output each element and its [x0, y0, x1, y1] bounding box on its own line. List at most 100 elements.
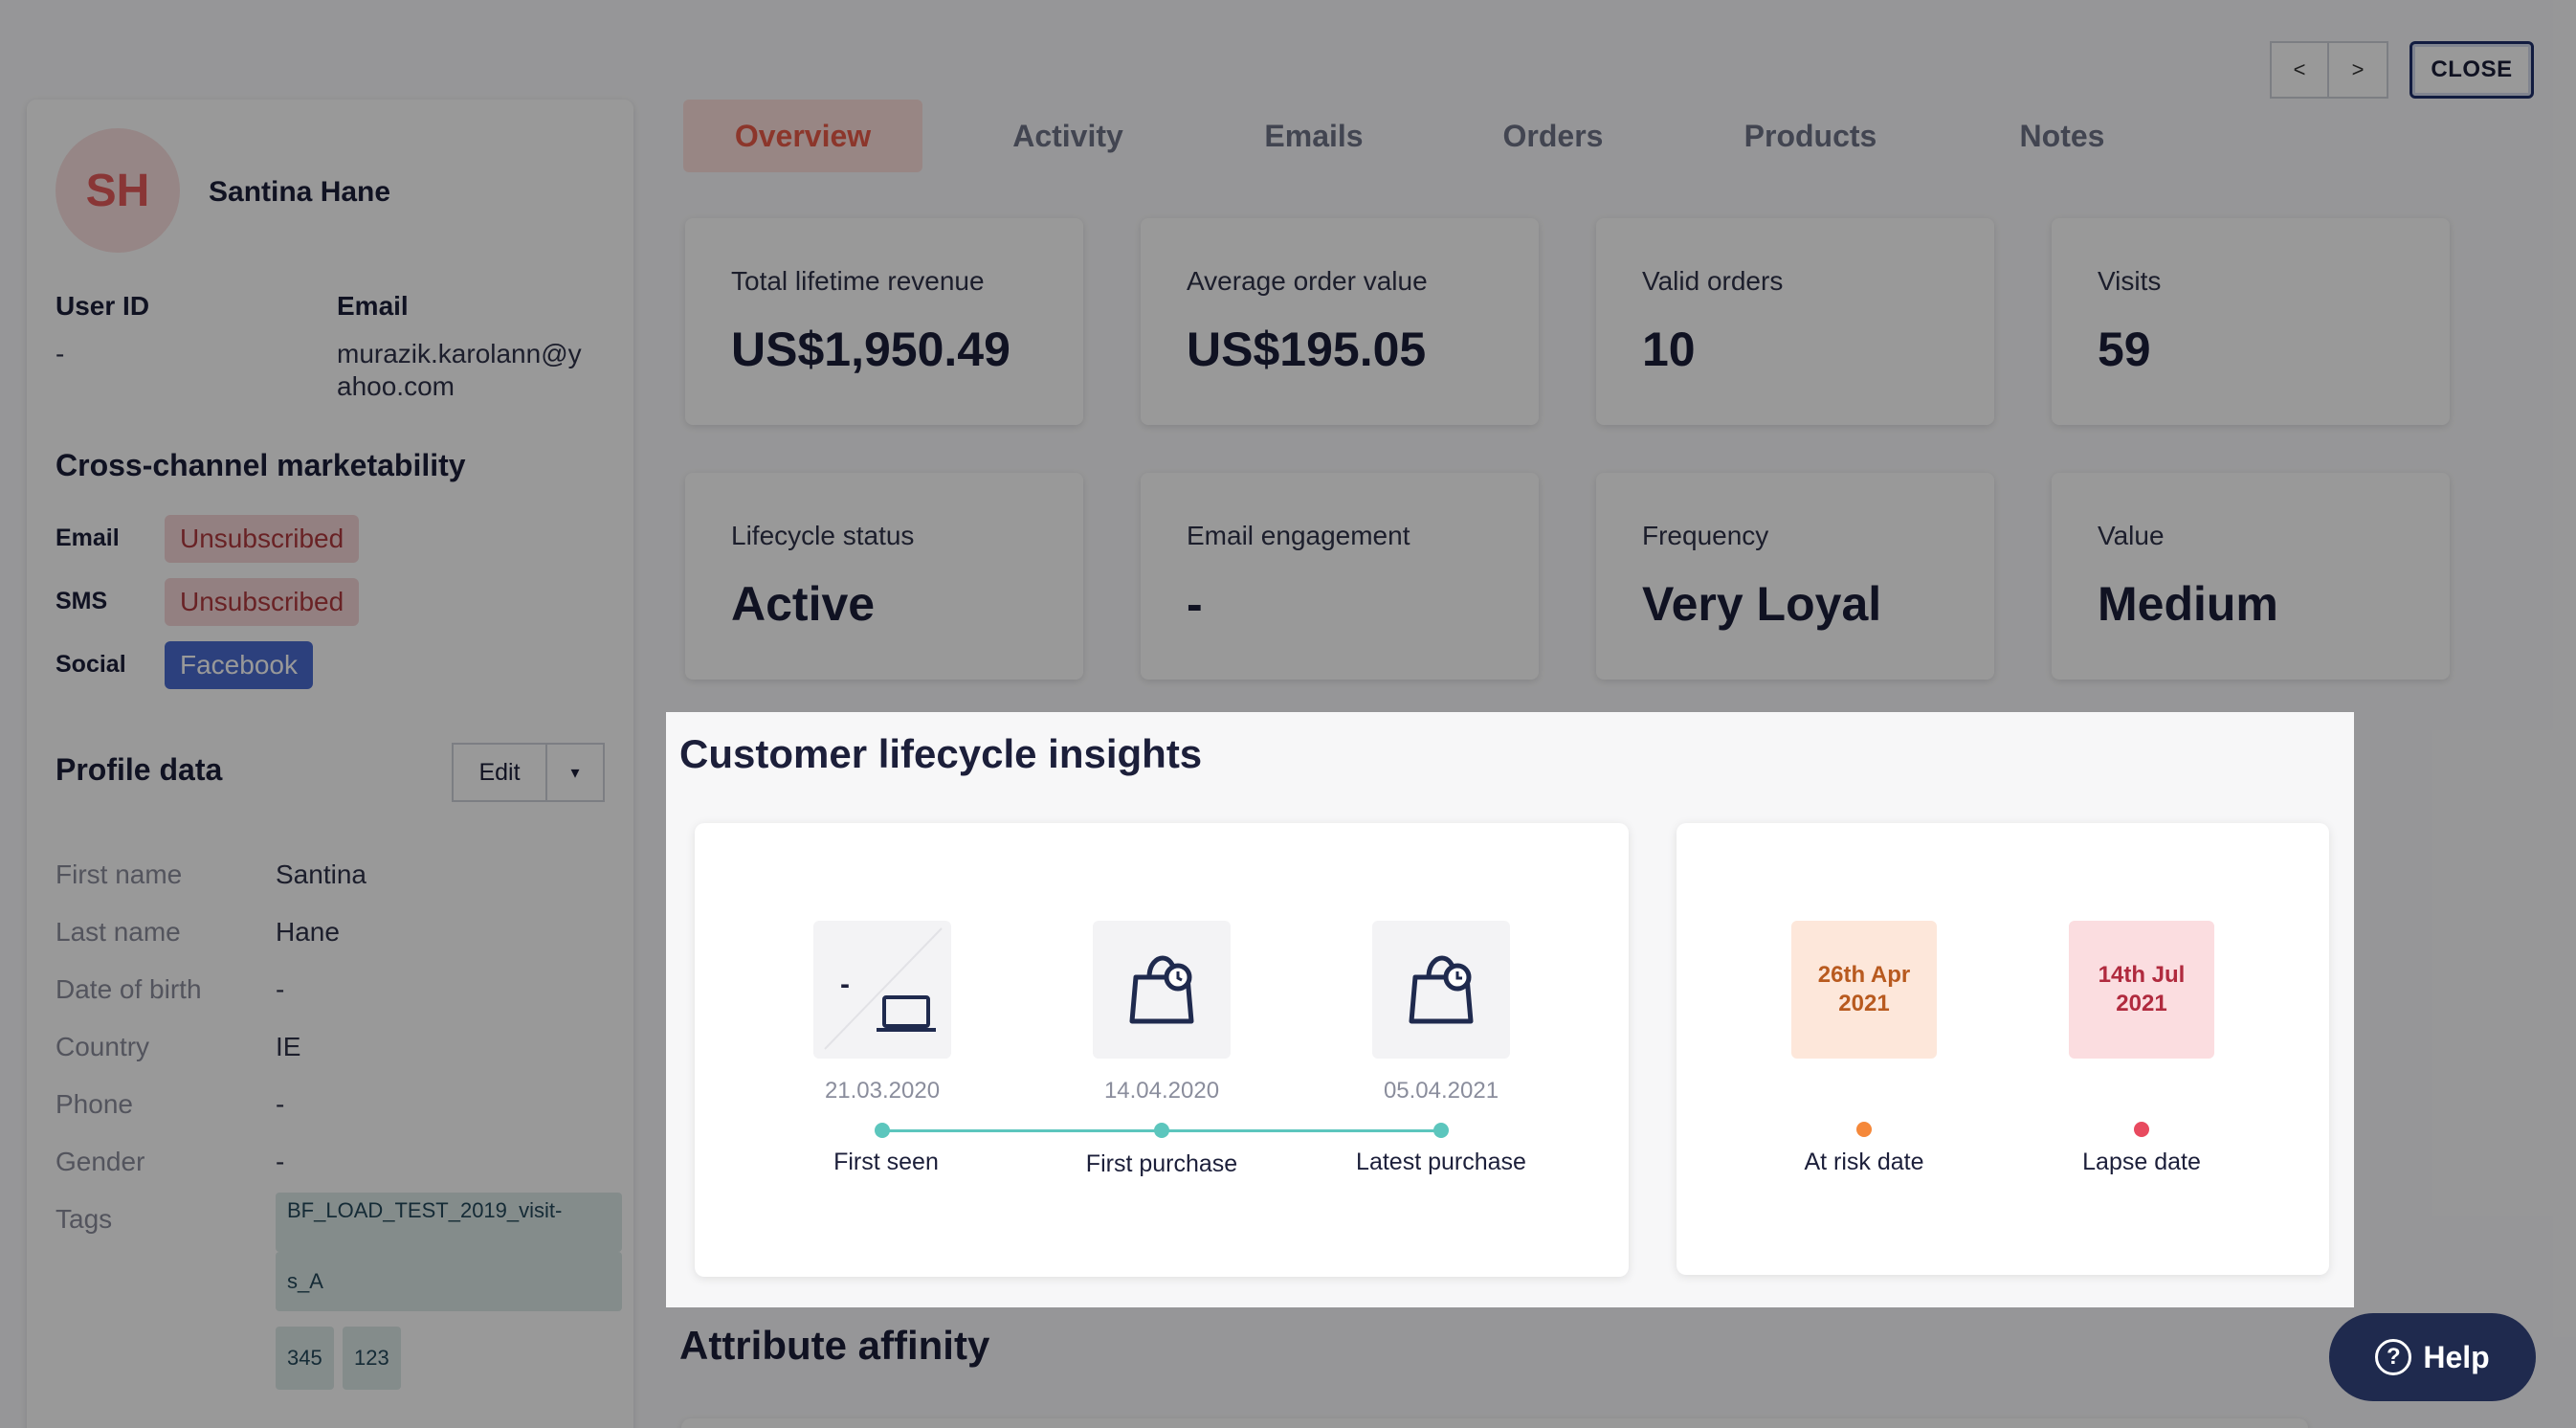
kpi-value: Very Loyal — [1642, 577, 1882, 631]
tag-text: s_A — [287, 1269, 323, 1293]
first-purchase-date: 14.04.2020 — [1103, 1078, 1220, 1104]
tab-products[interactable]: Products — [1722, 100, 1899, 172]
timeline-dot — [1433, 1123, 1449, 1138]
gender-label: Gender — [56, 1147, 145, 1176]
first-seen-icon-box: - — [813, 921, 951, 1059]
email-label: Email — [337, 291, 409, 321]
timeline-dot — [1154, 1123, 1169, 1138]
customer-name: Santina Hane — [209, 176, 391, 208]
tag-item[interactable]: 345 — [276, 1327, 334, 1390]
tab-emails[interactable]: Emails — [1234, 100, 1393, 172]
email-value-line-2: ahoo.com — [337, 371, 455, 401]
kpi-label: Average order value — [1187, 266, 1428, 296]
tag-item[interactable]: BF_LOAD_TEST_2019_visit- — [276, 1193, 622, 1252]
edit-button[interactable]: Edit — [452, 743, 547, 802]
kpi-card-lifecycle-status: Lifecycle status Active — [685, 473, 1083, 680]
email-value-line-1: murazik.karolann@y — [337, 339, 582, 368]
country-value: IE — [276, 1032, 301, 1061]
social-status-badge: Facebook — [165, 641, 313, 689]
tab-orders[interactable]: Orders — [1474, 100, 1632, 172]
timeline-dot — [875, 1123, 890, 1138]
email-channel-label: Email — [56, 524, 120, 551]
lapse-date-box: 14th Jul 2021 — [2069, 921, 2214, 1059]
tags-label: Tags — [56, 1204, 113, 1234]
kpi-card-visits: Visits 59 — [2052, 218, 2450, 425]
kpi-card-average-order-value: Average order value US$195.05 — [1141, 218, 1539, 425]
kpi-card-frequency: Frequency Very Loyal — [1596, 473, 1994, 680]
profile-card: SH Santina Hane User ID - Email murazik.… — [27, 100, 633, 1428]
first-purchase-icon-box — [1093, 921, 1231, 1059]
kpi-card-value: Value Medium — [2052, 473, 2450, 680]
tag-item-continued[interactable]: s_A — [276, 1252, 622, 1311]
kpi-card-email-engagement: Email engagement - — [1141, 473, 1539, 680]
avatar: SH — [56, 128, 180, 253]
attribute-affinity-card — [681, 1418, 2308, 1428]
kpi-value: US$1,950.49 — [731, 323, 1010, 376]
first-seen-label: First seen — [833, 1149, 939, 1175]
last-name-value: Hane — [276, 917, 340, 947]
user-id-value: - — [56, 339, 65, 368]
question-icon: ? — [2375, 1339, 2412, 1375]
first-purchase-label: First purchase — [1085, 1150, 1238, 1177]
tag-item[interactable]: 123 — [343, 1327, 401, 1390]
tab-overview[interactable]: Overview — [683, 100, 922, 172]
phone-label: Phone — [56, 1089, 133, 1119]
edit-button-group: Edit ▾ — [452, 743, 605, 802]
first-name-label: First name — [56, 859, 183, 889]
lifecycle-title: Customer lifecycle insights — [679, 731, 1203, 776]
help-label: Help — [2423, 1339, 2490, 1374]
kpi-label: Frequency — [1642, 521, 1769, 550]
sms-channel-label: SMS — [56, 588, 108, 614]
kpi-label: Email engagement — [1187, 521, 1410, 550]
lapse-label: Lapse date — [2082, 1149, 2201, 1175]
shopping-bag-icon — [1129, 955, 1194, 1024]
attribute-affinity-title: Attribute affinity — [679, 1323, 990, 1368]
at-risk-label: At risk date — [1804, 1149, 1924, 1175]
email-status-badge: Unsubscribed — [165, 515, 360, 563]
social-channel-label: Social — [56, 651, 126, 678]
date-of-birth-value: - — [276, 974, 285, 1004]
lapse-date-text: 14th Jul 2021 — [2098, 962, 2186, 1016]
close-button[interactable]: CLOSE — [2409, 41, 2534, 99]
at-risk-date-box: 26th Apr 2021 — [1791, 921, 1937, 1059]
tab-activity[interactable]: Activity — [986, 100, 1150, 172]
help-button[interactable]: ? Help — [2329, 1313, 2536, 1401]
lapse-dot — [2134, 1122, 2149, 1137]
previous-button[interactable]: < — [2270, 41, 2329, 99]
latest-purchase-label: Latest purchase — [1356, 1149, 1526, 1175]
latest-purchase-icon-box — [1372, 921, 1510, 1059]
tag-text: BF_LOAD_TEST_2019_visit- — [287, 1198, 563, 1222]
tab-notes[interactable]: Notes — [2000, 100, 2124, 172]
lifecycle-risk-card: 26th Apr 2021 14th Jul 2021 At risk date L… — [1677, 823, 2329, 1275]
record-navigation: < > — [2270, 41, 2388, 99]
phone-value: - — [276, 1089, 285, 1119]
kpi-value: Medium — [2098, 577, 2278, 631]
caret-down-icon: ▾ — [570, 762, 580, 782]
kpi-label: Visits — [2098, 266, 2162, 296]
kpi-card-total-lifetime-revenue: Total lifetime revenue US$1,950.49 — [685, 218, 1083, 425]
latest-purchase-date: 05.04.2021 — [1383, 1078, 1499, 1104]
at-risk-date-text: 26th Apr 2021 — [1817, 962, 1911, 1016]
sms-status-badge: Unsubscribed — [165, 578, 360, 626]
kpi-card-valid-orders: Valid orders 10 — [1596, 218, 1994, 425]
next-button[interactable]: > — [2329, 41, 2388, 99]
kpi-label: Total lifetime revenue — [731, 266, 985, 296]
edit-dropdown-button[interactable]: ▾ — [547, 743, 605, 802]
device-value: - — [840, 969, 850, 1000]
customer-lifecycle-section: Customer lifecycle insights - 21.03.2020… — [666, 712, 2354, 1307]
date-of-birth-label: Date of birth — [56, 974, 202, 1004]
marketability-title: Cross-channel marketability — [56, 448, 466, 482]
profile-data-title: Profile data — [56, 752, 223, 787]
gender-value: - — [276, 1147, 285, 1176]
kpi-value: 10 — [1642, 323, 1696, 376]
lifecycle-timeline-card: - 21.03.2020 14.04.2020 05.04.2021 First… — [695, 823, 1629, 1277]
device-icon — [824, 927, 943, 1050]
kpi-value: 59 — [2098, 323, 2151, 376]
last-name-label: Last name — [56, 917, 181, 947]
at-risk-dot — [1856, 1122, 1872, 1137]
first-seen-date: 21.03.2020 — [824, 1078, 941, 1104]
shopping-bag-clock-icon — [1409, 955, 1474, 1024]
kpi-label: Lifecycle status — [731, 521, 915, 550]
kpi-label: Value — [2098, 521, 2165, 550]
kpi-value: US$195.05 — [1187, 323, 1427, 376]
